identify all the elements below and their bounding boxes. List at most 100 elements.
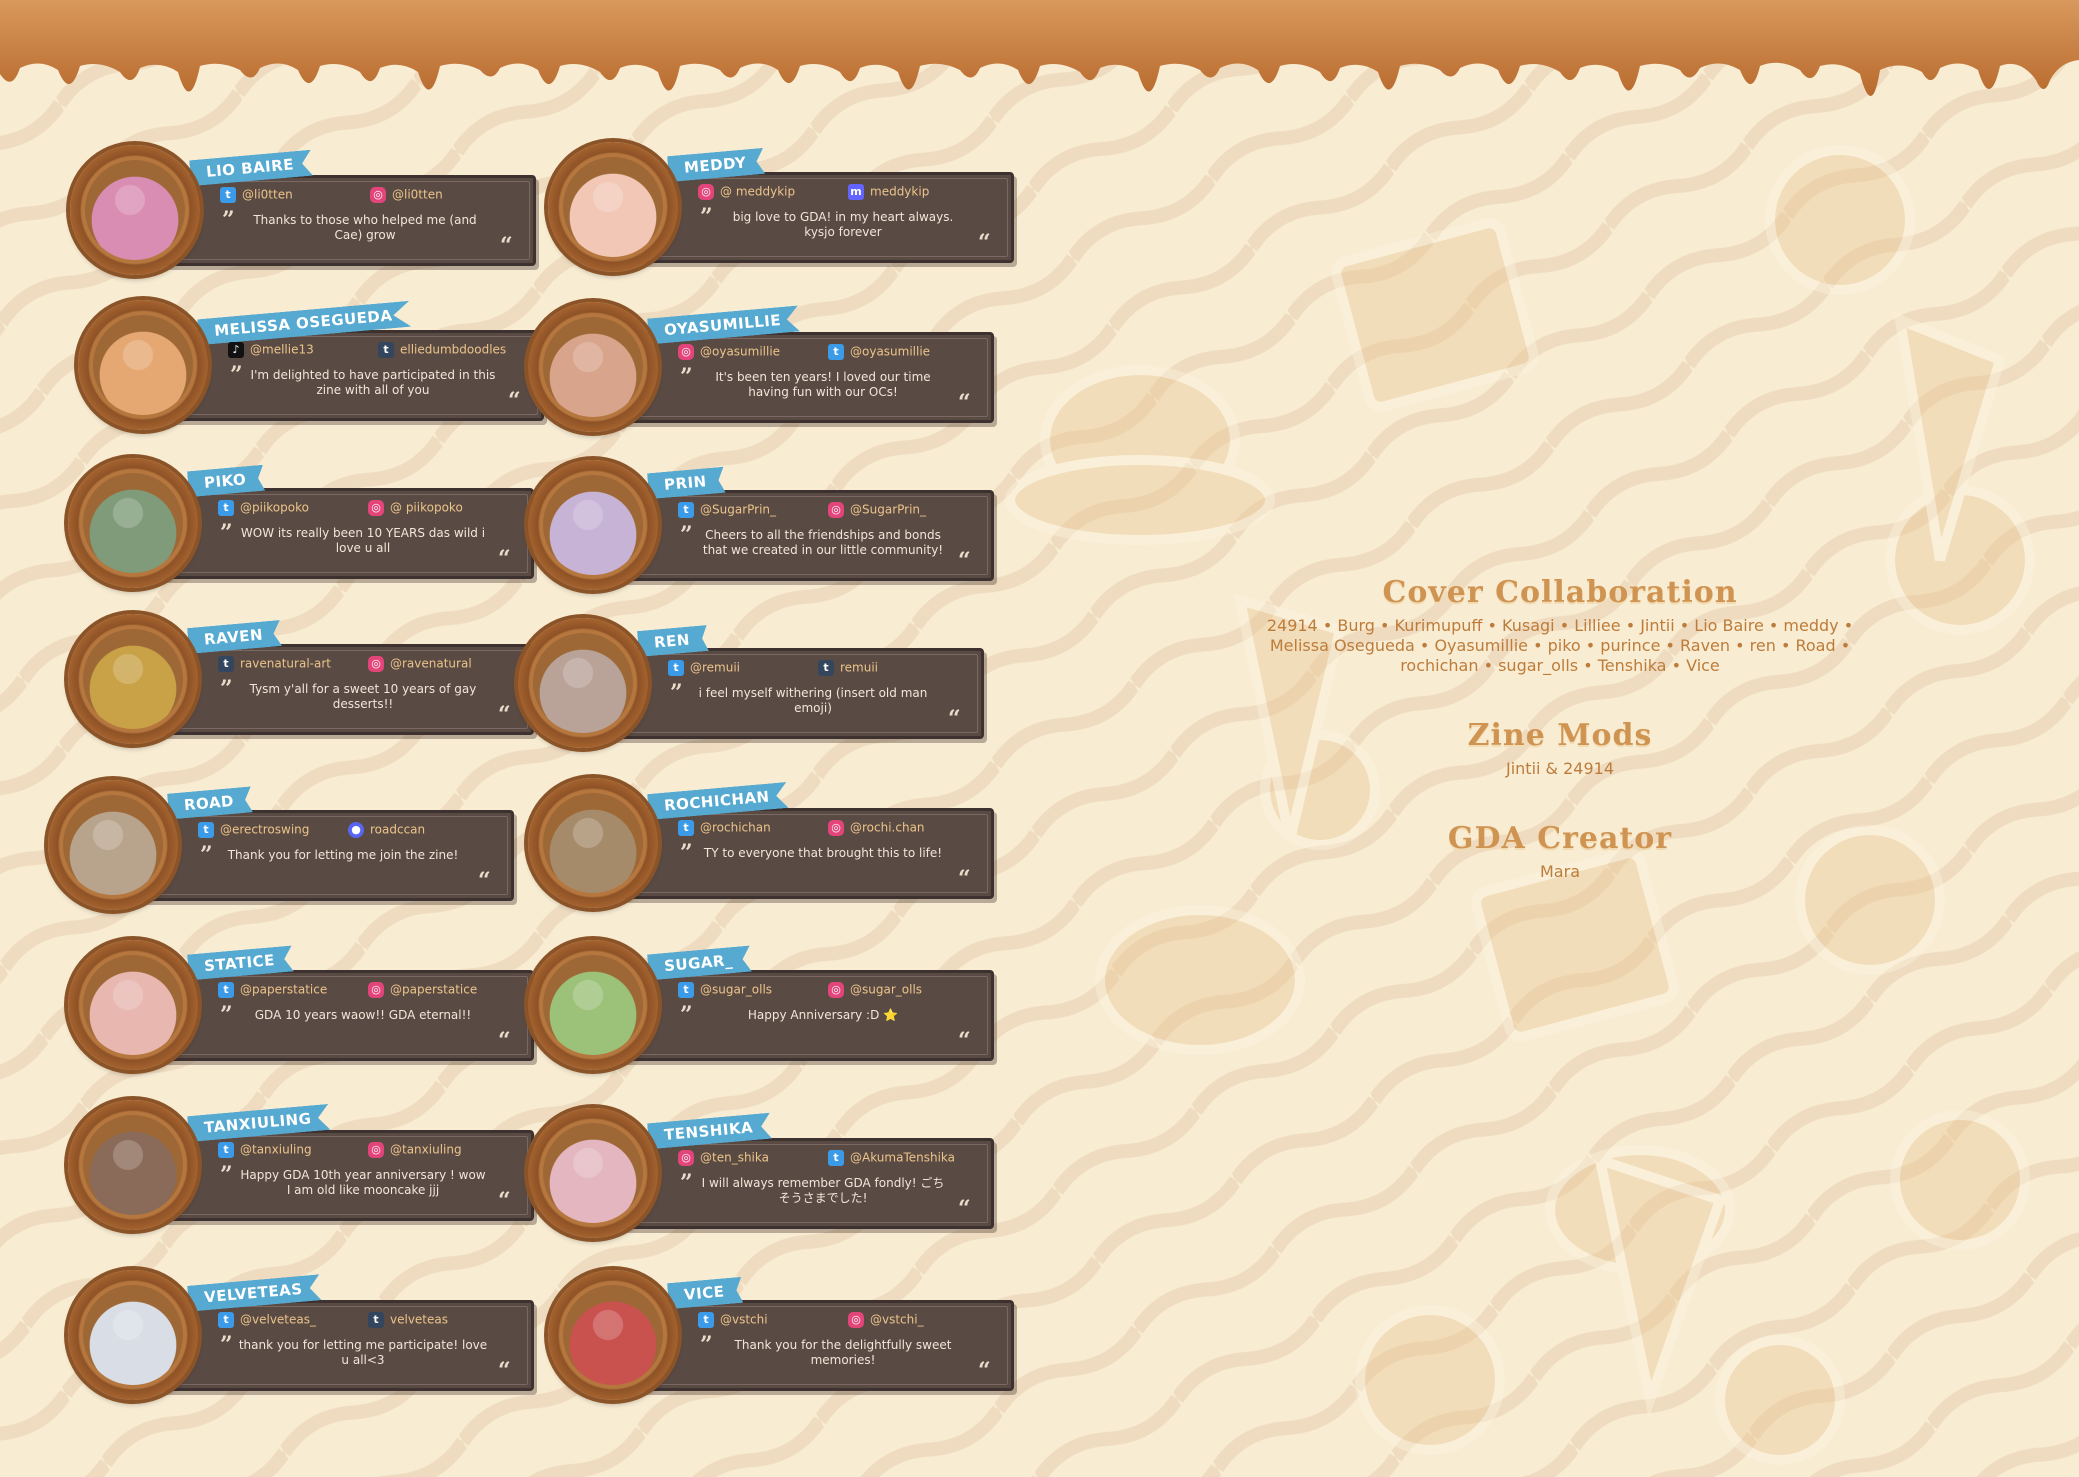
contributor-card: RAVEN t ravenatural-art ◎ @ravenatural ” T… [68, 614, 534, 744]
handle-text: @velveteas_ [240, 1312, 316, 1327]
credits-section: Cover Collaboration 24914 • Burg • Kurim… [1260, 575, 1860, 882]
open-quote-icon: ” [220, 520, 233, 546]
handle-text: @vstchi_ [870, 1312, 924, 1327]
contributor-message: I'm delighted to have participated in th… [250, 368, 496, 397]
contributor-message: Happy Anniversary :D ⭐ [747, 1008, 899, 1022]
handle-text: remuii [840, 660, 879, 675]
handle-text: @tanxiuling [240, 1142, 312, 1157]
handle-text: elliedumbdoodles [400, 342, 507, 357]
handle-text: @mellie13 [250, 342, 314, 357]
discord-icon: ● [348, 822, 364, 838]
social-handle-2[interactable]: ● roadccan [348, 822, 425, 838]
handle-text: @sugar_olls [700, 982, 773, 997]
contributor-message: thank you for letting me participate! lo… [238, 1338, 488, 1367]
handle-text: @ meddykip [720, 184, 796, 199]
avatar-portrait [85, 160, 185, 260]
social-handle-1[interactable]: t @SugarPrin_ [678, 502, 776, 518]
twitter-icon: t [678, 820, 694, 836]
cover-line-3: rochichan • sugar_olls • Tenshika • Vice [1400, 656, 1720, 675]
social-handle-2[interactable]: t @oyasumillie [828, 344, 930, 360]
contributor-name: VICE [683, 1282, 726, 1304]
social-handle-2[interactable]: t velveteas [368, 1312, 448, 1328]
social-handle-1[interactable]: ◎ @oyasumillie [678, 344, 780, 360]
social-handle-2[interactable]: t elliedumbdoodles [378, 342, 506, 358]
social-handle-2[interactable]: ◎ @li0tten [370, 187, 443, 203]
social-handles: ◎ @oyasumillie t @oyasumillie [678, 344, 978, 366]
social-handle-1[interactable]: ♪ @mellie13 [228, 342, 314, 358]
close-quote-icon: “ [500, 233, 513, 259]
contributor-card: TENSHIKA ◎ @ten_shika t @AkumaTenshika ” I… [528, 1108, 994, 1238]
contributor-message: I will always remember GDA fondly! ごちそうさ… [701, 1176, 945, 1205]
open-quote-icon: ” [670, 680, 683, 706]
social-handle-2[interactable]: ◎ @paperstatice [368, 982, 477, 998]
social-handles: t @piikopoko ◎ @ piikopoko [218, 500, 518, 522]
social-handle-1[interactable]: t @erectroswing [198, 822, 309, 838]
social-handle-2[interactable]: ◎ @ piikopoko [368, 500, 463, 516]
contributor-card: MEDDY ◎ @ meddykip m meddykip ” big love t… [548, 142, 1014, 272]
avatar-portrait [543, 793, 643, 893]
contributor-name: LIO BAIRE [205, 155, 295, 181]
social-handle-1[interactable]: t @paperstatice [218, 982, 327, 998]
open-quote-icon: ” [222, 207, 235, 233]
contributor-avatar [528, 302, 658, 432]
twitter-icon: t [218, 1312, 234, 1328]
social-handle-2[interactable]: ◎ @sugar_olls [828, 982, 922, 998]
social-handle-2[interactable]: ◎ @rochi.chan [828, 820, 925, 836]
contributor-message: Happy GDA 10th year anniversary ! wow I … [240, 1168, 486, 1197]
social-handle-2[interactable]: ◎ @ravenatural [368, 656, 472, 672]
contributor-message: Cheers to all the friendships and bonds … [702, 528, 944, 557]
social-handle-2[interactable]: t remuii [818, 660, 878, 676]
instagram-icon: ◎ [678, 344, 694, 360]
instagram-icon: ◎ [698, 184, 714, 200]
open-quote-icon: ” [220, 676, 233, 702]
open-quote-icon: ” [680, 364, 693, 390]
contributor-avatar [528, 940, 658, 1070]
avatar-portrait [83, 955, 183, 1055]
social-handle-2[interactable]: m meddykip [848, 184, 929, 200]
social-handle-1[interactable]: t @velveteas_ [218, 1312, 316, 1328]
social-handles: t @SugarPrin_ ◎ @SugarPrin_ [678, 502, 978, 524]
social-handle-2[interactable]: ◎ @tanxiuling [368, 1142, 462, 1158]
twitter-icon: t [678, 502, 694, 518]
handle-text: @SugarPrin_ [700, 502, 777, 517]
social-handle-1[interactable]: t @li0tten [220, 187, 293, 203]
mastodon-icon: m [848, 184, 864, 200]
contributor-name: PIKO [203, 470, 247, 492]
social-handle-1[interactable]: ◎ @ meddykip [698, 184, 795, 200]
instagram-icon: ◎ [678, 1150, 694, 1166]
social-handle-2[interactable]: ◎ @SugarPrin_ [828, 502, 926, 518]
social-handle-1[interactable]: t @piikopoko [218, 500, 309, 516]
social-handle-1[interactable]: t @sugar_olls [678, 982, 772, 998]
contributor-avatar [68, 1270, 198, 1400]
contributor-card: OYASUMILLIE ◎ @oyasumillie t @oyasumillie … [528, 302, 994, 432]
contributor-card: SUGAR_ t @sugar_olls ◎ @sugar_olls ” Happy… [528, 940, 994, 1070]
contributor-name: REN [653, 630, 691, 652]
social-handle-2[interactable]: t @AkumaTenshika [828, 1150, 955, 1166]
social-handle-1[interactable]: t @rochichan [678, 820, 771, 836]
contributor-card: ROCHICHAN t @rochichan ◎ @rochi.chan ” TY … [528, 778, 994, 908]
avatar-portrait [543, 955, 643, 1055]
contributor-avatar [548, 1270, 678, 1400]
social-handles: t @sugar_olls ◎ @sugar_olls [678, 982, 978, 1004]
contributor-message: big love to GDA! in my heart always. kys… [732, 210, 954, 239]
cover-line-1: 24914 • Burg • Kurimupuff • Kusagi • Lil… [1266, 616, 1854, 635]
contributor-name: MEDDY [683, 153, 748, 177]
avatar-portrait [563, 1285, 663, 1385]
social-handle-1[interactable]: t ravenatural-art [218, 656, 331, 672]
contributor-avatar [528, 778, 658, 908]
contributor-avatar [68, 614, 198, 744]
social-handle-1[interactable]: t @remuii [668, 660, 740, 676]
social-handle-1[interactable]: ◎ @ten_shika [678, 1150, 769, 1166]
close-quote-icon: “ [978, 230, 991, 256]
contributor-message: GDA 10 years waow!! GDA eternal!! [254, 1008, 472, 1022]
contributor-card: MELISSA OSEGUEDA ♪ @mellie13 t elliedumbdo… [78, 300, 544, 430]
avatar-portrait [63, 795, 163, 895]
handle-text: @li0tten [242, 187, 293, 202]
instagram-icon: ◎ [848, 1312, 864, 1328]
social-handle-2[interactable]: ◎ @vstchi_ [848, 1312, 924, 1328]
social-handle-1[interactable]: t @vstchi [698, 1312, 768, 1328]
contributor-avatar [528, 1108, 658, 1238]
contributor-message: TY to everyone that brought this to life… [703, 846, 943, 860]
contributor-name: TANXIULING [203, 1109, 313, 1137]
social-handle-1[interactable]: t @tanxiuling [218, 1142, 312, 1158]
